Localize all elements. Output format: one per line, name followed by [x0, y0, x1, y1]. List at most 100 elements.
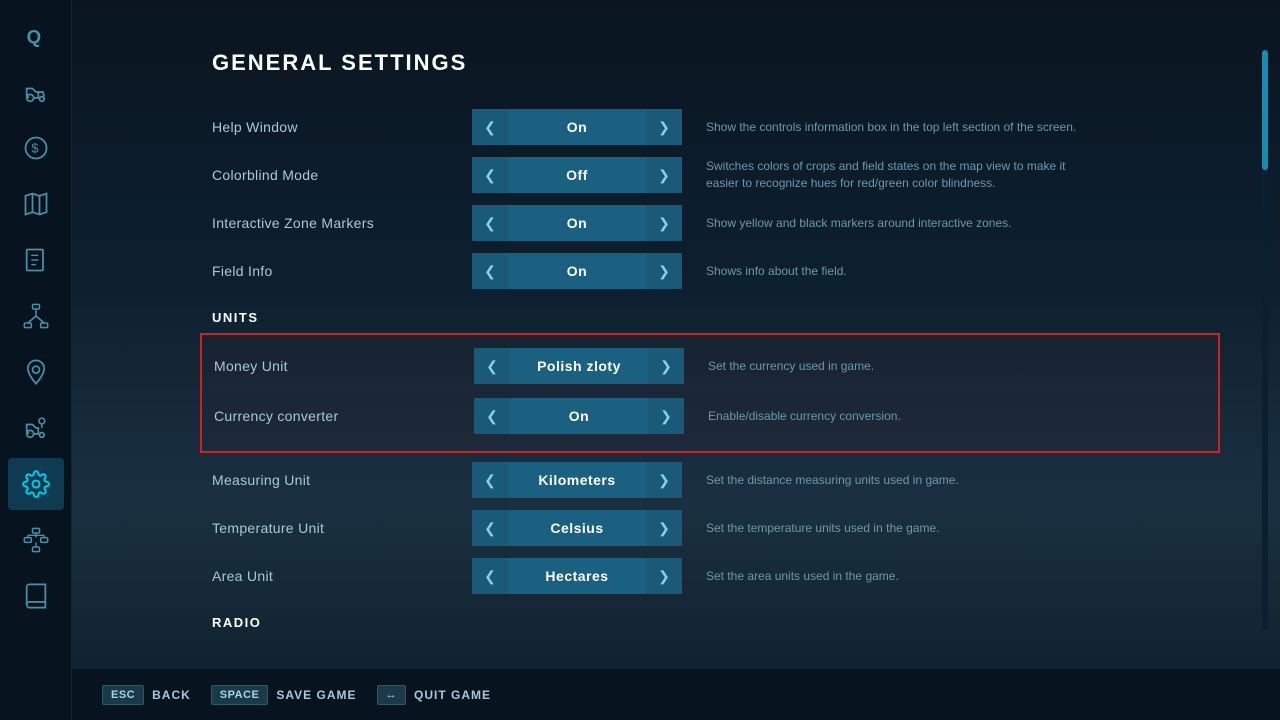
money-unit-description: Set the currency used in game. — [708, 358, 874, 375]
help-window-prev-button[interactable] — [472, 109, 508, 145]
setting-name-temperature-unit: Temperature Unit — [212, 520, 472, 536]
measuring-unit-value: Kilometers — [508, 462, 646, 498]
help-window-value: On — [508, 109, 646, 145]
setting-name-colorblind-mode: Colorblind Mode — [212, 167, 472, 183]
setting-control-area-unit: Hectares — [472, 558, 682, 594]
chevron-right-icon — [658, 568, 670, 585]
save-game-button[interactable]: SPACE SAVE GAME — [211, 685, 357, 705]
interactive-zone-markers-value: On — [508, 205, 646, 241]
chevron-right-icon — [658, 215, 670, 232]
chevron-left-icon — [486, 408, 498, 425]
currency-converter-description: Enable/disable currency conversion. — [708, 408, 901, 425]
colorblind-mode-next-button[interactable] — [646, 157, 682, 193]
interactive-zone-markers-next-button[interactable] — [646, 205, 682, 241]
measuring-unit-prev-button[interactable] — [472, 462, 508, 498]
temperature-unit-prev-button[interactable] — [472, 510, 508, 546]
sidebar-item-network[interactable] — [8, 290, 64, 342]
chevron-right-icon — [660, 358, 672, 375]
sidebar-item-hierarchy[interactable] — [8, 514, 64, 566]
interactive-zone-markers-prev-button[interactable] — [472, 205, 508, 241]
field-info-description: Shows info about the field. — [706, 263, 847, 280]
currency-converter-value: On — [510, 398, 648, 434]
save-key-badge: SPACE — [211, 685, 269, 705]
main-content: GENERAL SETTINGS Help Window On Show the… — [72, 0, 1280, 720]
setting-row-area-unit: Area Unit Hectares Set the area units us… — [212, 553, 1220, 599]
sidebar-item-q[interactable]: Q — [8, 10, 64, 62]
setting-control-money-unit: Polish zloty — [474, 348, 684, 384]
setting-row-colorblind-mode: Colorblind Mode Off Switches colors of c… — [212, 152, 1220, 198]
back-key-badge: ESC — [102, 685, 144, 705]
setting-control-colorblind-mode: Off — [472, 157, 682, 193]
help-window-next-button[interactable] — [646, 109, 682, 145]
chevron-right-icon — [660, 408, 672, 425]
quit-label: QUIT GAME — [414, 688, 491, 702]
chevron-left-icon — [484, 520, 496, 537]
setting-row-interactive-zone-markers: Interactive Zone Markers On Show yellow … — [212, 200, 1220, 246]
setting-control-currency-converter: On — [474, 398, 684, 434]
setting-name-interactive-zone-markers: Interactive Zone Markers — [212, 215, 472, 231]
money-unit-prev-button[interactable] — [474, 348, 510, 384]
units-section-label: UNITS — [212, 310, 1220, 325]
setting-row-temperature-unit: Temperature Unit Celsius Set the tempera… — [212, 505, 1220, 551]
sidebar-item-map[interactable] — [8, 178, 64, 230]
chevron-left-icon — [484, 568, 496, 585]
quit-key-badge: ↔ — [377, 685, 407, 705]
colorblind-mode-value: Off — [508, 157, 646, 193]
currency-converter-prev-button[interactable] — [474, 398, 510, 434]
temperature-unit-description: Set the temperature units used in the ga… — [706, 520, 939, 537]
setting-name-measuring-unit: Measuring Unit — [212, 472, 472, 488]
chevron-left-icon — [484, 263, 496, 280]
colorblind-mode-description: Switches colors of crops and field state… — [706, 158, 1086, 192]
sidebar-item-tractor[interactable] — [8, 66, 64, 118]
sidebar-item-money[interactable]: $ — [8, 122, 64, 174]
field-info-prev-button[interactable] — [472, 253, 508, 289]
chevron-right-icon — [658, 263, 670, 280]
money-unit-next-button[interactable] — [648, 348, 684, 384]
setting-name-help-window: Help Window — [212, 119, 472, 135]
chevron-left-icon — [486, 358, 498, 375]
setting-row-field-info: Field Info On Shows info about the field… — [212, 248, 1220, 294]
field-info-next-button[interactable] — [646, 253, 682, 289]
setting-control-help-window: On — [472, 109, 682, 145]
money-unit-value: Polish zloty — [510, 348, 648, 384]
radio-section-label: RADIO — [212, 615, 1220, 630]
quit-game-button[interactable]: ↔ QUIT GAME — [377, 685, 492, 705]
setting-row-measuring-unit: Measuring Unit Kilometers Set the distan… — [212, 457, 1220, 503]
sidebar-item-book2[interactable] — [8, 570, 64, 622]
setting-control-field-info: On — [472, 253, 682, 289]
svg-text:$: $ — [31, 141, 38, 156]
setting-control-interactive-zone-markers: On — [472, 205, 682, 241]
sidebar: Q $ — [0, 0, 72, 720]
page-title: GENERAL SETTINGS — [212, 50, 1220, 76]
measuring-unit-description: Set the distance measuring units used in… — [706, 472, 959, 489]
back-button[interactable]: ESC BACK — [102, 685, 191, 705]
setting-name-field-info: Field Info — [212, 263, 472, 279]
sidebar-item-settings[interactable] — [8, 458, 64, 510]
chevron-right-icon — [658, 167, 670, 184]
chevron-left-icon — [484, 167, 496, 184]
chevron-right-icon — [658, 472, 670, 489]
sidebar-item-location[interactable] — [8, 346, 64, 398]
chevron-left-icon — [484, 472, 496, 489]
back-label: BACK — [152, 688, 191, 702]
currency-converter-next-button[interactable] — [648, 398, 684, 434]
area-unit-description: Set the area units used in the game. — [706, 568, 899, 585]
setting-control-measuring-unit: Kilometers — [472, 462, 682, 498]
field-info-value: On — [508, 253, 646, 289]
setting-row-currency-converter: Currency converter On Enable/disable cur… — [214, 393, 1206, 439]
sidebar-item-book[interactable] — [8, 234, 64, 286]
help-window-description: Show the controls information box in the… — [706, 119, 1076, 136]
interactive-zone-markers-description: Show yellow and black markers around int… — [706, 215, 1011, 232]
bottom-bar: ESC BACK SPACE SAVE GAME ↔ QUIT GAME — [72, 668, 1280, 720]
setting-row-help-window: Help Window On Show the controls informa… — [212, 104, 1220, 150]
sidebar-item-worker-tractor[interactable] — [8, 402, 64, 454]
temperature-unit-next-button[interactable] — [646, 510, 682, 546]
temperature-unit-value: Celsius — [508, 510, 646, 546]
area-unit-value: Hectares — [508, 558, 646, 594]
colorblind-mode-prev-button[interactable] — [472, 157, 508, 193]
measuring-unit-next-button[interactable] — [646, 462, 682, 498]
area-unit-next-button[interactable] — [646, 558, 682, 594]
chevron-right-icon — [658, 520, 670, 537]
save-label: SAVE GAME — [276, 688, 356, 702]
area-unit-prev-button[interactable] — [472, 558, 508, 594]
